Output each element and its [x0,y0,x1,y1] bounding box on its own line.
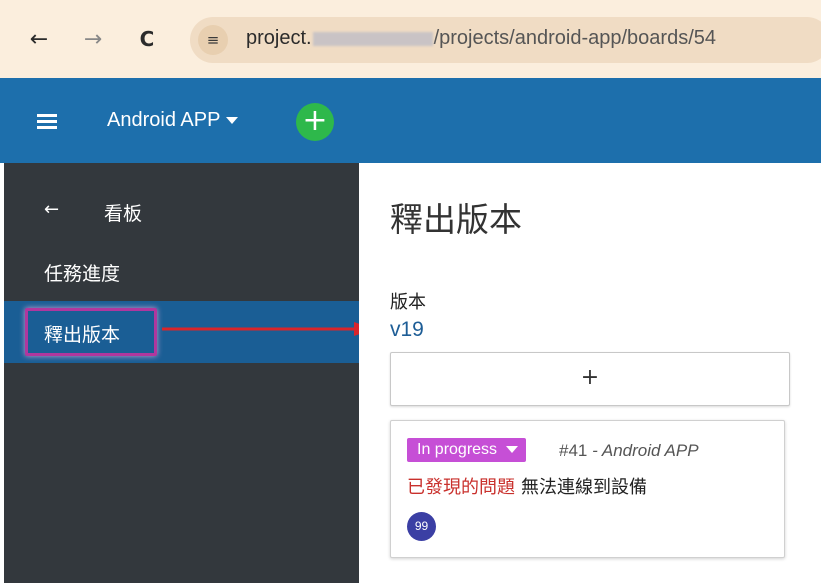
redacted-domain [312,31,433,46]
address-bar[interactable]: ≡ project. /projects/android-app/boards/5… [190,17,821,63]
page-title: 釋出版本 [390,200,522,239]
project-selector[interactable]: Android APP [107,109,239,132]
chevron-down-icon [226,117,239,125]
status-label: In progress [417,441,498,458]
add-issue-button[interactable]: + [390,352,790,406]
browser-toolbar: ← → C ≡ project. /projects/android-app/bo… [0,0,821,78]
site-info-icon[interactable]: ≡ [198,25,228,55]
back-arrow-icon[interactable]: ← [44,199,59,220]
sidebar-item-progress[interactable]: 任務進度 [44,259,120,286]
reload-icon[interactable]: C [130,22,164,56]
issue-project: - Android APP [592,441,699,460]
issue-card[interactable]: In progress #41 - Android APP 已發現的問題 無法連線… [390,420,785,558]
add-button[interactable]: + [296,103,334,141]
avatar[interactable]: 99 [407,512,436,541]
plus-icon: + [580,365,600,390]
sidebar: ← 看板 任務進度 釋出版本 [4,163,359,583]
forward-icon[interactable]: → [76,22,110,56]
issue-summary[interactable]: 已發現的問題 無法連線到設備 [407,473,647,499]
annotation-highlight-box [25,308,157,356]
annotation-arrow [162,322,374,336]
issue-number: #41 [559,441,588,460]
back-icon[interactable]: ← [22,22,56,56]
sidebar-title: 看板 [104,203,143,225]
version-label: 版本 [390,292,426,313]
project-name: Android APP [107,109,221,131]
issue-reference: #41 - Android APP [559,441,699,461]
hamburger-icon[interactable] [37,114,57,129]
url-text[interactable]: project. /projects/android-app/boards/54 [246,27,716,50]
status-dropdown[interactable]: In progress [407,438,527,462]
url-end: /projects/android-app/boards/54 [433,27,716,49]
version-link[interactable]: v19 [390,318,424,342]
issue-category: 已發現的問題 [407,477,515,498]
chevron-down-icon [506,446,519,454]
issue-title: 無法連線到設備 [521,477,647,498]
url-start: project. [246,27,312,49]
